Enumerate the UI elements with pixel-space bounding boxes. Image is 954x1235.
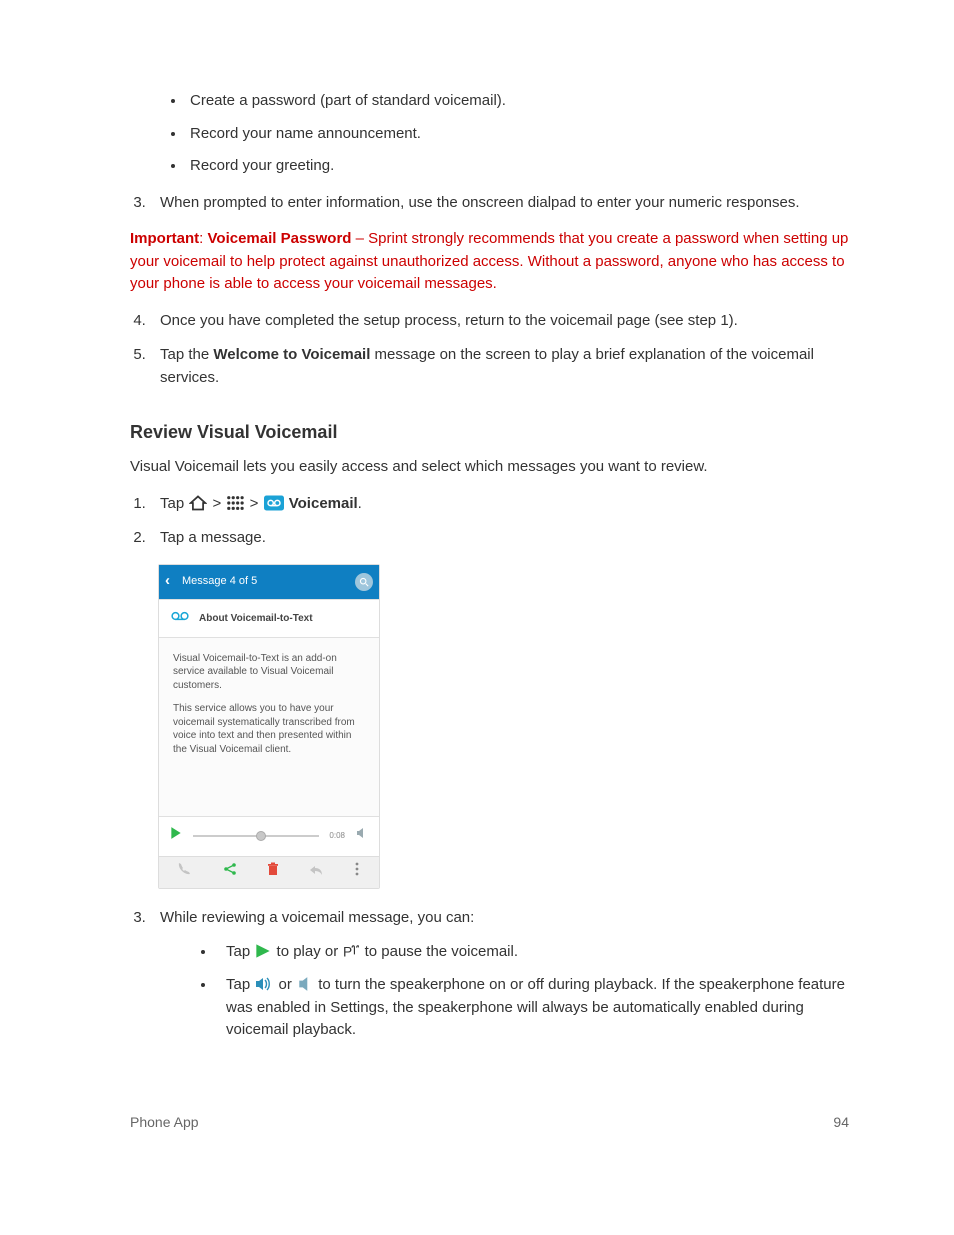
review-step-2: Tap a message. — [150, 527, 849, 550]
voicemail-label: Voicemail — [289, 495, 358, 512]
bullet-item: Record your name announcement. — [186, 123, 849, 146]
review-steps-list: Tap > > — [150, 493, 849, 550]
trash-icon[interactable] — [267, 861, 279, 884]
screenshot-bottom-bar — [159, 856, 379, 888]
tap-pre: Tap — [226, 943, 254, 960]
step5-bold: Welcome to Voicemail — [213, 346, 370, 363]
step-3: When prompted to enter information, use … — [150, 192, 849, 215]
step3-text: While reviewing a voicemail message, you… — [160, 909, 474, 926]
period: . — [358, 495, 362, 512]
playback-slider[interactable] — [193, 835, 319, 837]
playback-time: 0:08 — [329, 830, 345, 842]
important-label: Important — [130, 230, 199, 247]
screenshot-subheader: About Voicemail-to-Text — [159, 599, 379, 638]
body-paragraph-2: This service allows you to have your voi… — [173, 702, 365, 756]
screenshot-subheader-text: About Voicemail-to-Text — [199, 611, 313, 626]
step-4: Once you have completed the setup proces… — [150, 310, 849, 333]
page-footer: Phone App 94 — [130, 1112, 849, 1133]
important-note: Important: Voicemail Password – Sprint s… — [130, 228, 849, 296]
colon: : — [199, 230, 207, 247]
voicemail-tape-icon — [171, 610, 189, 627]
breadcrumb-sep: > — [250, 495, 263, 512]
tap-pre-2: Tap — [226, 976, 254, 993]
bullet-item: Record your greeting. — [186, 155, 849, 178]
call-icon[interactable] — [178, 861, 192, 884]
more-icon[interactable] — [354, 861, 360, 884]
reply-icon[interactable] — [309, 861, 323, 884]
heading-review-visual-voicemail: Review Visual Voicemail — [130, 419, 849, 446]
tap-text: Tap — [160, 495, 188, 512]
mid-text: to play or — [277, 943, 343, 960]
review-step-3: While reviewing a voicemail message, you… — [150, 907, 849, 1042]
important-title: Voicemail Password — [208, 230, 352, 247]
back-icon[interactable]: ‹ — [165, 570, 178, 593]
share-icon[interactable] — [223, 861, 237, 884]
step5-pre: Tap the — [160, 346, 213, 363]
screenshot-player: 0:08 — [159, 816, 379, 856]
intro-paragraph: Visual Voicemail lets you easily access … — [130, 456, 849, 479]
home-icon — [188, 492, 208, 515]
or-text: or — [279, 976, 297, 993]
footer-section: Phone App — [130, 1112, 199, 1133]
play-icon — [254, 940, 272, 963]
sub-bullet-speakerphone: Tap or to turn the s — [216, 974, 849, 1042]
speaker-on-icon — [254, 973, 274, 996]
breadcrumb-sep: > — [213, 495, 226, 512]
search-icon[interactable] — [355, 573, 373, 591]
ordered-list-continue-3: When prompted to enter information, use … — [150, 192, 849, 215]
slider-thumb[interactable] — [256, 831, 266, 841]
apps-grid-icon — [225, 492, 245, 515]
body-paragraph-1: Visual Voicemail-to-Text is an add-on se… — [173, 652, 365, 693]
speaker-off-icon — [296, 973, 314, 996]
speaker-icon[interactable] — [355, 825, 369, 848]
screenshot-title: Message 4 of 5 — [178, 573, 355, 590]
voicemail-screenshot: ‹ Message 4 of 5 About Voicemail-to-Text… — [158, 564, 380, 889]
sub-bullet-play-pause: Tap to play or P to pause the voicemail. — [216, 941, 849, 964]
ordered-list-continue-4: Once you have completed the setup proces… — [150, 310, 849, 390]
review-steps-continue-3: While reviewing a voicemail message, you… — [150, 907, 849, 1042]
screenshot-body: Visual Voicemail-to-Text is an add-on se… — [159, 638, 379, 817]
post-text: to pause the voicemail. — [365, 943, 518, 960]
post-text-2: to turn the speakerphone on or off durin… — [226, 976, 845, 1038]
screenshot-header: ‹ Message 4 of 5 — [159, 565, 379, 599]
bullet-item: Create a password (part of standard voic… — [186, 90, 849, 113]
sub-bullet-list: Create a password (part of standard voic… — [186, 90, 849, 178]
play-icon[interactable] — [169, 825, 183, 848]
voicemail-app-icon — [263, 492, 285, 515]
footer-page-number: 94 — [833, 1112, 849, 1133]
review-step-1: Tap > > — [150, 493, 849, 516]
step-5: Tap the Welcome to Voicemail message on … — [150, 344, 849, 389]
pause-icon: P — [342, 940, 360, 963]
svg-text:P: P — [343, 945, 352, 959]
